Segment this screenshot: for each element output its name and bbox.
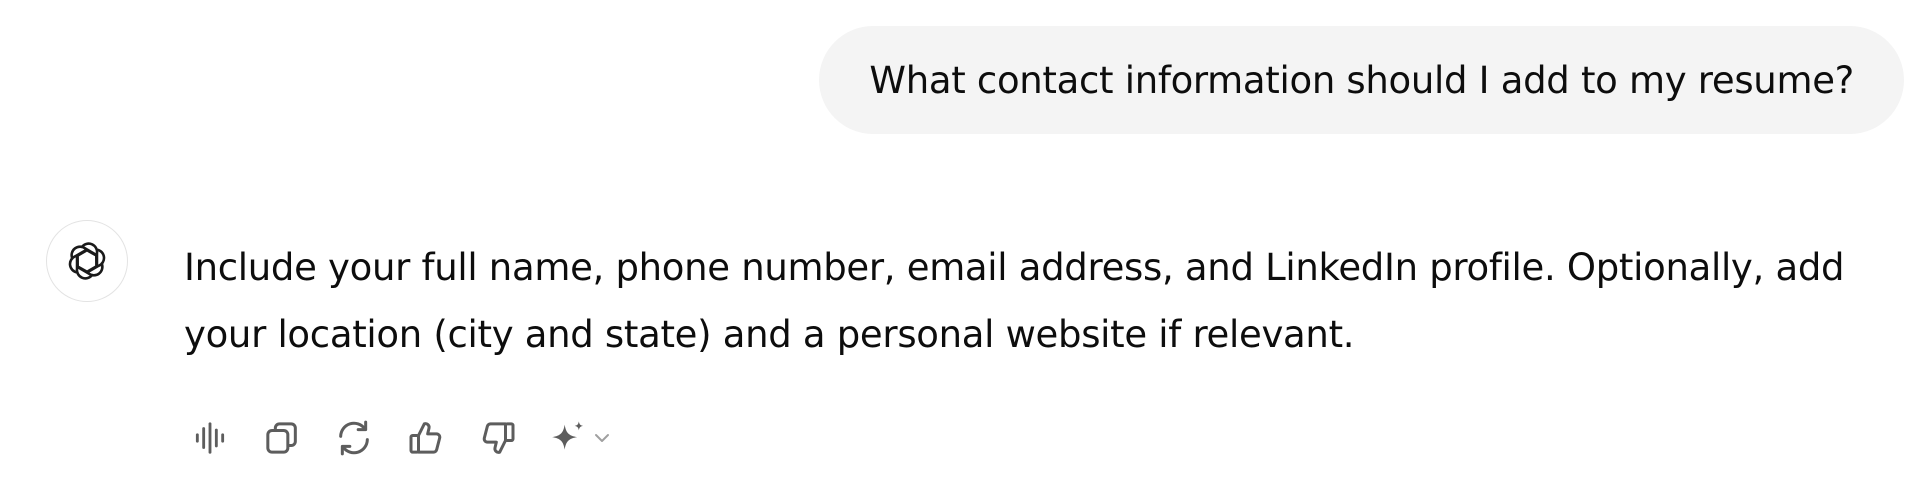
chevron-down-icon	[595, 434, 609, 442]
thumbs-down-icon	[482, 422, 515, 454]
regenerate-button[interactable]	[332, 416, 376, 460]
user-message-text: What contact information should I add to…	[869, 58, 1854, 102]
copy-button[interactable]	[260, 416, 304, 460]
refresh-icon	[339, 420, 369, 456]
chat-page: What contact information should I add to…	[0, 0, 1920, 496]
assistant-message-text: Include your full name, phone number, em…	[184, 246, 1845, 356]
thumbs-up-icon	[409, 422, 442, 454]
switch-model-button[interactable]	[548, 418, 614, 458]
thumbs-down-button[interactable]	[476, 416, 520, 460]
openai-logo-icon	[46, 220, 128, 302]
voice-waveform-icon	[195, 422, 225, 454]
thumbs-up-button[interactable]	[404, 416, 448, 460]
copy-icon	[266, 422, 297, 454]
sparkle-icon	[552, 421, 583, 450]
message-actions-toolbar	[188, 416, 614, 460]
user-message-bubble: What contact information should I add to…	[819, 26, 1904, 134]
read-aloud-button[interactable]	[188, 416, 232, 460]
